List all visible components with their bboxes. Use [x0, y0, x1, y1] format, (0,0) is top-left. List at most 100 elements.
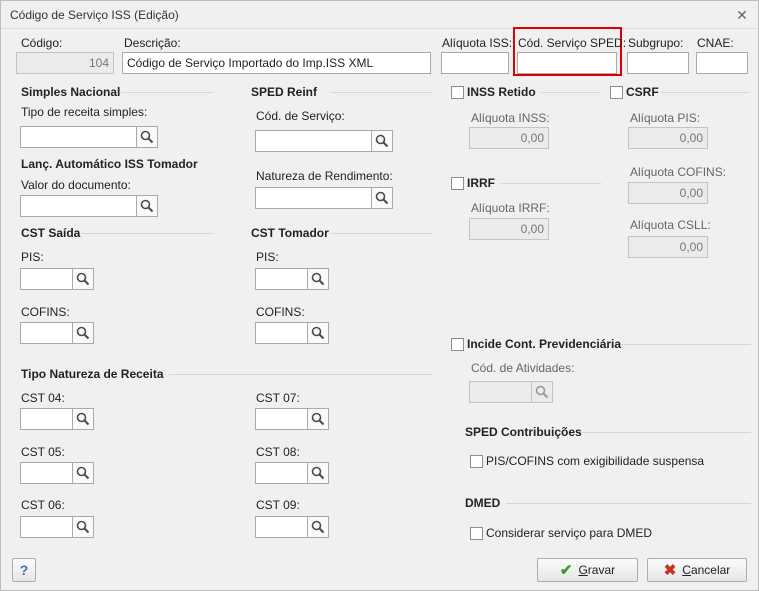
exigibilidade-suspensa-checkbox[interactable] [470, 455, 483, 468]
aliquota-irrf-field[interactable]: 0,00 [469, 218, 549, 240]
cst09-input[interactable] [255, 516, 307, 538]
cst07-lookup[interactable] [255, 408, 329, 430]
cst-tomador-pis-input[interactable] [255, 268, 307, 290]
cst08-lookup[interactable] [255, 462, 329, 484]
search-icon[interactable] [307, 268, 329, 290]
simples-nacional-title: Simples Nacional [21, 85, 121, 99]
aliquota-pis-label: Alíquota PIS: [630, 111, 701, 125]
cst-saida-pis-lookup[interactable] [20, 268, 94, 290]
search-icon[interactable] [136, 195, 158, 217]
aliquota-inss-field[interactable]: 0,00 [469, 127, 549, 149]
cst-tomador-cofins-input[interactable] [255, 322, 307, 344]
cst06-input[interactable] [20, 516, 72, 538]
checkmark-icon: ✔ [559, 562, 573, 579]
sped-cod-servico-input[interactable] [255, 130, 371, 152]
inss-retido-checkbox[interactable] [451, 86, 464, 99]
cst07-input[interactable] [255, 408, 307, 430]
cst04-lookup[interactable] [20, 408, 94, 430]
cancelar-label: Cancelar [682, 563, 731, 577]
cst-tomador-pis-lookup[interactable] [255, 268, 329, 290]
search-icon[interactable] [371, 130, 393, 152]
close-icon[interactable]: ✕ [732, 5, 752, 25]
aliquota-csll-field[interactable]: 0,00 [628, 236, 708, 258]
cnae-field[interactable] [696, 52, 748, 74]
cst-tomador-title: CST Tomador [251, 226, 329, 240]
irrf-checkbox[interactable] [451, 177, 464, 190]
search-icon[interactable] [531, 381, 553, 403]
cst06-lookup[interactable] [20, 516, 94, 538]
search-icon[interactable] [307, 408, 329, 430]
search-icon[interactable] [307, 322, 329, 344]
sped-reinf-title: SPED Reinf [251, 85, 318, 99]
cst04-input[interactable] [20, 408, 72, 430]
cod-atividades-lookup[interactable] [469, 381, 553, 403]
cancelar-button[interactable]: ✖ Cancelar [647, 558, 747, 582]
aliquota-cofins-field[interactable]: 0,00 [628, 182, 708, 204]
search-icon[interactable] [72, 322, 94, 344]
gravar-button[interactable]: ✔ Gravar [537, 558, 638, 582]
dmed-label: Considerar serviço para DMED [486, 526, 653, 540]
cst06-label: CST 06: [21, 498, 65, 512]
cst05-label: CST 05: [21, 445, 65, 459]
cst05-input[interactable] [20, 462, 72, 484]
cst-saida-pis-input[interactable] [20, 268, 72, 290]
tipo-receita-input[interactable] [20, 126, 136, 148]
search-icon[interactable] [371, 187, 393, 209]
aliquota-csll-label: Alíquota CSLL: [630, 218, 711, 232]
aliquota-inss-label: Alíquota INSS: [471, 111, 550, 125]
subgrupo-field[interactable] [627, 52, 689, 74]
tipo-receita-lookup[interactable] [20, 126, 158, 148]
cst05-lookup[interactable] [20, 462, 94, 484]
valor-documento-input[interactable] [20, 195, 136, 217]
cst08-input[interactable] [255, 462, 307, 484]
dmed-title: DMED [465, 496, 501, 510]
descricao-field[interactable]: Código de Serviço Importado do Imp.ISS X… [122, 52, 431, 74]
gravar-label: Gravar [578, 563, 616, 577]
search-icon[interactable] [72, 462, 94, 484]
cod-servico-sped-field[interactable] [517, 52, 617, 74]
descricao-label: Descrição: [124, 36, 181, 50]
sped-contrib-title: SPED Contribuições [465, 425, 582, 439]
aliquota-iss-field[interactable] [441, 52, 509, 74]
natureza-rendimento-input[interactable] [255, 187, 371, 209]
search-icon[interactable] [307, 462, 329, 484]
window-title: Código de Serviço ISS (Edição) [10, 8, 179, 22]
codigo-field[interactable]: 104 [16, 52, 114, 74]
search-icon[interactable] [136, 126, 158, 148]
divider [331, 233, 433, 234]
cst-saida-title: CST Saída [21, 226, 81, 240]
csrf-checkbox[interactable] [610, 86, 623, 99]
cst-tomador-cofins-lookup[interactable] [255, 322, 329, 344]
cnae-label: CNAE: [697, 36, 734, 50]
cst-saida-cofins-lookup[interactable] [20, 322, 94, 344]
cont-prev-checkbox[interactable] [451, 338, 464, 351]
cst04-label: CST 04: [21, 391, 65, 405]
search-icon[interactable] [307, 516, 329, 538]
valor-documento-lookup[interactable] [20, 195, 158, 217]
cst09-label: CST 09: [256, 498, 300, 512]
subgrupo-label: Subgrupo: [628, 36, 684, 50]
cont-prev-title: Incide Cont. Previdenciária [467, 337, 622, 351]
help-button[interactable]: ? [12, 558, 36, 582]
divider [331, 92, 433, 93]
tipo-natureza-title: Tipo Natureza de Receita [21, 367, 164, 381]
search-icon[interactable] [72, 516, 94, 538]
search-icon[interactable] [72, 408, 94, 430]
irrf-title: IRRF [467, 176, 495, 190]
title-bar: Código de Serviço ISS (Edição) ✕ [1, 1, 758, 29]
lanc-automatico-title: Lanç. Automático ISS Tomador [21, 157, 198, 171]
dialog-window: Código de Serviço ISS (Edição) ✕ Código:… [0, 0, 759, 591]
cst-tomador-pis-label: PIS: [256, 250, 279, 264]
csrf-title: CSRF [626, 85, 659, 99]
dmed-checkbox[interactable] [470, 527, 483, 540]
cod-atividades-label: Cód. de Atividades: [471, 361, 575, 375]
cst-saida-cofins-input[interactable] [20, 322, 72, 344]
search-icon[interactable] [72, 268, 94, 290]
aliquota-pis-field[interactable]: 0,00 [628, 127, 708, 149]
cst09-lookup[interactable] [255, 516, 329, 538]
sped-cod-servico-lookup[interactable] [255, 130, 393, 152]
tipo-receita-label: Tipo de receita simples: [21, 105, 148, 119]
inss-retido-title: INSS Retido [467, 85, 536, 99]
cod-atividades-input[interactable] [469, 381, 531, 403]
natureza-rendimento-lookup[interactable] [255, 187, 393, 209]
